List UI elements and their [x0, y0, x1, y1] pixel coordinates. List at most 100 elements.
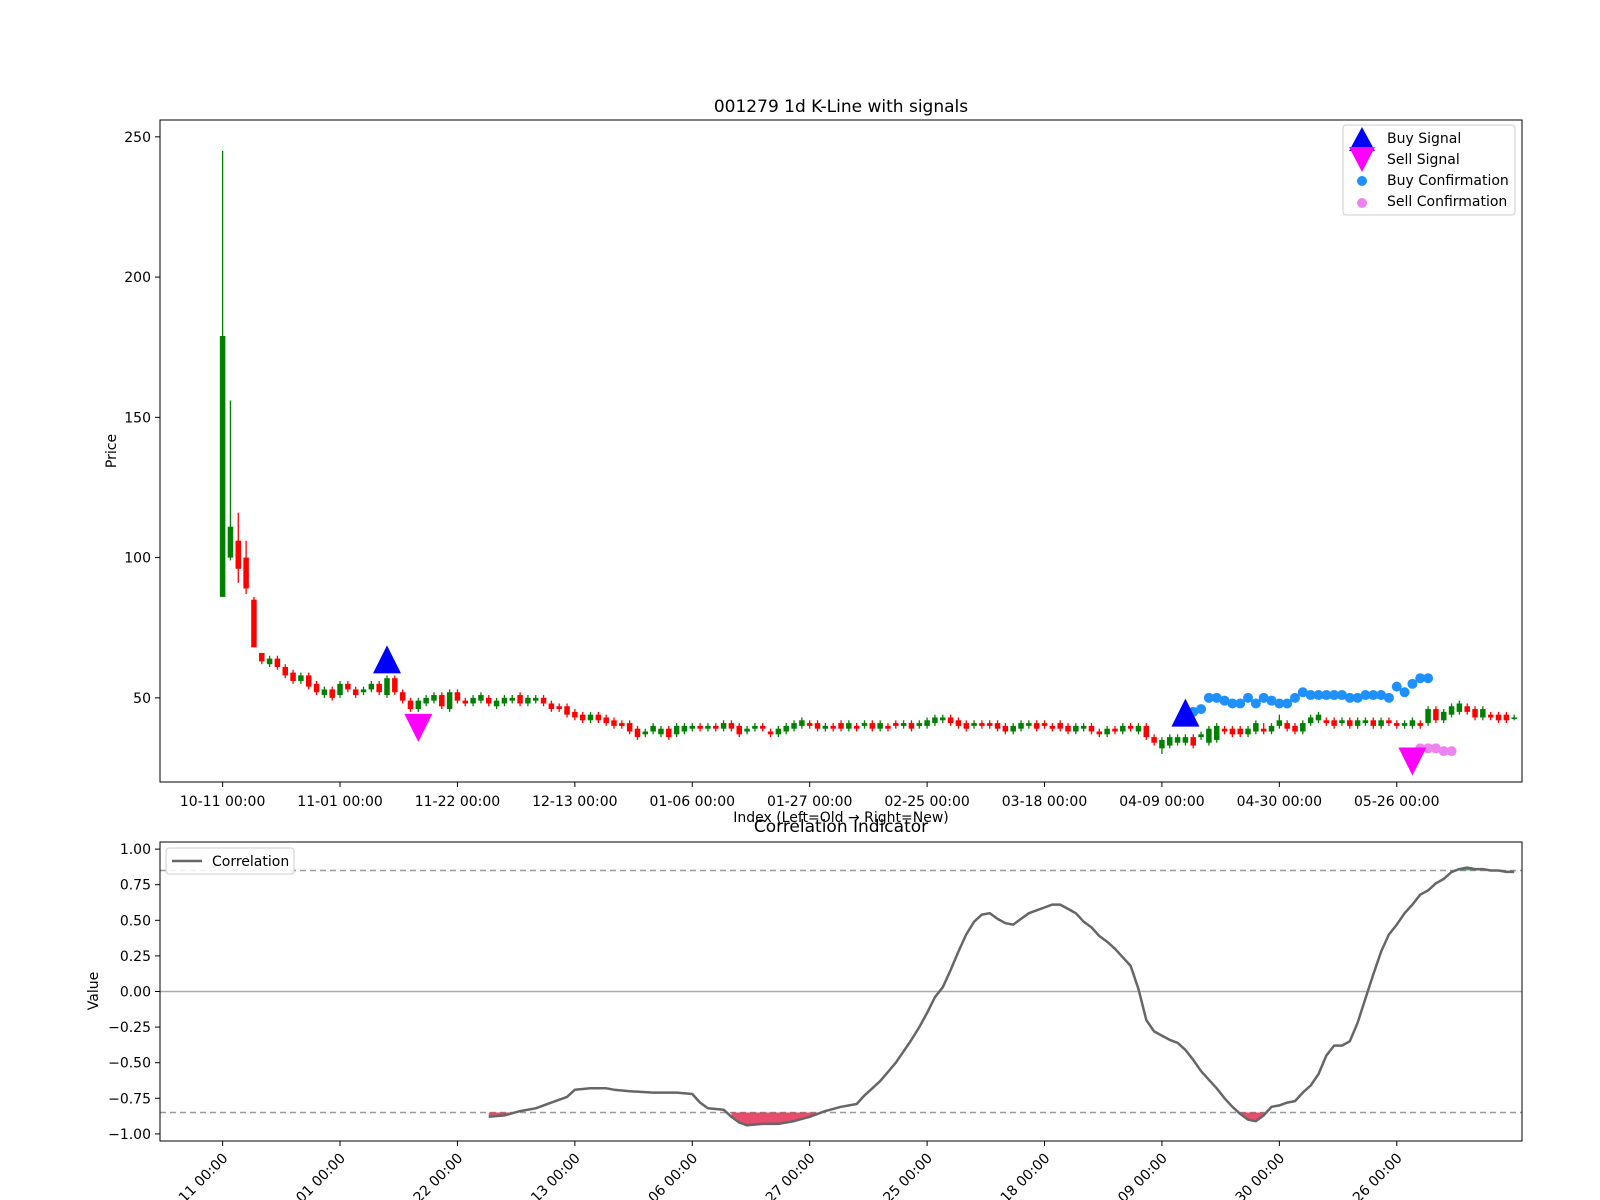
candle-body [329, 689, 335, 698]
candle-body [517, 695, 523, 704]
kline-xtick-label: 05-26 00:00 [1354, 794, 1439, 810]
candle-body [548, 703, 555, 710]
candle [1425, 706, 1431, 726]
candle-body [1206, 728, 1212, 743]
candle-body [705, 725, 711, 729]
candle-body [399, 692, 406, 701]
candle-body [540, 697, 547, 704]
figure: 001279 1d K-Line with signals 50 100 150 20… [0, 0, 1600, 1200]
legend-label-buy-signal: Buy Signal [1387, 131, 1461, 147]
correlation-ytick-label: −0.50 [108, 1056, 151, 1072]
kline-xtick-label: 01-27 00:00 [767, 794, 852, 810]
candle-body [1425, 709, 1431, 724]
candle-body [298, 675, 304, 682]
candle-body [986, 723, 993, 726]
candle-body [697, 725, 703, 729]
candle-body [752, 725, 758, 729]
candle-body [806, 723, 813, 726]
correlation-legend: Correlation [165, 847, 295, 875]
candle-body [853, 725, 860, 729]
candle-body [1417, 723, 1423, 726]
candle-body [321, 689, 328, 696]
candle-body [932, 717, 938, 724]
candle-body [1511, 717, 1517, 719]
candle-body [235, 540, 242, 569]
candle-body [1127, 725, 1134, 729]
candle-body [368, 683, 375, 690]
candle-body [775, 728, 782, 735]
candle [1206, 725, 1212, 746]
candle-body [251, 599, 257, 648]
candle-body [423, 697, 429, 704]
kline-legend: Buy Signal Sell Signal Buy Confirmation … [1342, 124, 1516, 216]
candle-body [1080, 725, 1087, 729]
candle-body [689, 725, 696, 729]
correlation-ytick-label: 0.00 [120, 985, 151, 1001]
candle-body [360, 689, 367, 693]
candle-body [728, 723, 735, 729]
correlation-ylabel: Value [86, 972, 102, 1010]
legend-label-correlation: Correlation [212, 854, 289, 870]
candle-body [556, 706, 562, 710]
candle-body [1174, 737, 1181, 743]
candle-body [470, 697, 476, 704]
kline-xtick-label: 01-06 00:00 [650, 794, 735, 810]
candle-body [1018, 723, 1024, 729]
candle-body [1253, 723, 1259, 732]
candle-body [1472, 709, 1478, 718]
candle-body [1448, 706, 1455, 715]
candle-body [893, 723, 899, 726]
candle-body [1120, 725, 1126, 732]
candle-body [814, 723, 821, 729]
correlation-ytick-label: 1.00 [120, 842, 151, 858]
kline-ytick-label: 150 [124, 410, 151, 426]
candle-body [501, 697, 508, 704]
candle-body [681, 725, 688, 732]
candle-body [759, 725, 766, 729]
candle-body [830, 725, 836, 729]
legend-label-buy-confirmation: Buy Confirmation [1387, 173, 1509, 189]
candle-body [955, 720, 962, 726]
candle-body [1096, 731, 1103, 735]
candle-body [219, 335, 226, 597]
candle-body [595, 714, 602, 721]
candle-body [642, 731, 649, 735]
candle-body [783, 725, 789, 732]
candle-body [963, 723, 969, 729]
correlation-ytick-label: −0.75 [108, 1091, 151, 1107]
candle [446, 689, 453, 712]
candle-body [924, 720, 930, 726]
candle-body [1464, 706, 1470, 712]
candle-body [673, 725, 680, 735]
correlation-ytick-label: 0.50 [120, 913, 151, 929]
candle-body [1433, 709, 1439, 721]
candle-body [1159, 739, 1165, 749]
kline-xtick-label: 11-01 00:00 [297, 794, 382, 810]
candle [384, 675, 390, 698]
candle-body [227, 526, 234, 558]
candle-body [415, 700, 422, 710]
kline-ytick-label: 100 [124, 551, 151, 567]
candle-body [1221, 728, 1228, 732]
candle-body [1057, 723, 1063, 729]
candle [251, 596, 257, 648]
kline-xtick-label: 10-11 00:00 [180, 794, 265, 810]
candle-body [736, 725, 742, 735]
candle-body [916, 723, 923, 726]
candle-body [1370, 720, 1377, 726]
candle-body [1323, 720, 1330, 724]
candle-body [1347, 720, 1353, 726]
buy-confirmation-legend-icon [1357, 176, 1367, 186]
candle-body [1378, 720, 1384, 726]
candle-body [478, 695, 484, 701]
candle [392, 675, 398, 696]
candle-body [979, 723, 985, 726]
candle-body [1456, 703, 1463, 712]
candle-body [392, 678, 398, 693]
buy-confirmation-point [1399, 687, 1410, 698]
candle-body [1033, 723, 1040, 729]
candle-body [337, 683, 343, 696]
candle-body [658, 728, 664, 735]
candle-body [1182, 737, 1189, 743]
candle-body [1088, 725, 1095, 732]
